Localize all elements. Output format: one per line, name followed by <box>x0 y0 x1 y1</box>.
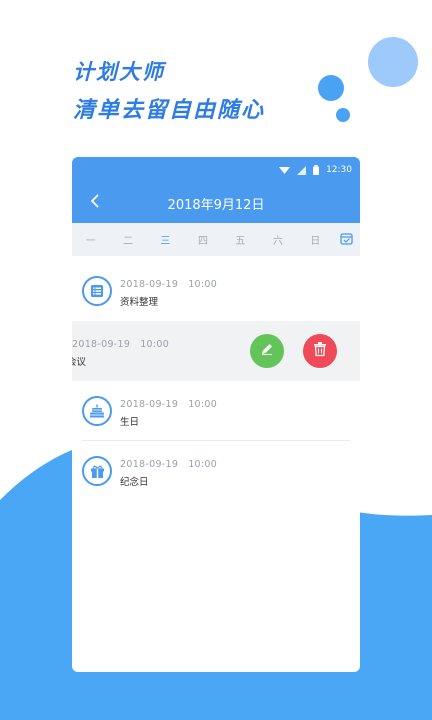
list-item[interactable]: 2018-09-19 10:00 资料整理 <box>72 261 360 321</box>
weekday-sun[interactable]: 日 <box>297 232 334 247</box>
edit-button[interactable] <box>250 334 284 368</box>
calendar-check-icon <box>340 232 354 248</box>
item-title: 资料整理 <box>120 297 159 308</box>
gift-icon <box>82 456 112 486</box>
trash-icon <box>313 341 327 361</box>
decor-bubble-medium <box>318 75 344 101</box>
birthday-cake-icon <box>82 396 112 426</box>
weekday-wed[interactable]: 三 <box>147 232 184 247</box>
weekday-mon[interactable]: 一 <box>72 232 109 247</box>
battery-icon <box>313 165 320 175</box>
item-title: 生日 <box>120 417 140 428</box>
item-title: 纪念日 <box>120 477 149 488</box>
weekday-fri[interactable]: 五 <box>222 232 259 247</box>
weekday-tue[interactable]: 二 <box>109 232 146 247</box>
decor-bubble-small <box>336 108 350 122</box>
item-title: 会议 <box>72 357 87 368</box>
status-bar: 12:30 <box>72 157 360 183</box>
decor-bubble-large <box>368 37 418 87</box>
item-datetime: 2018-09-19 10:00 <box>72 339 170 350</box>
document-list-icon <box>82 276 112 306</box>
item-datetime: 2018-09-19 10:00 <box>120 399 218 410</box>
item-datetime: 2018-09-19 10:00 <box>120 459 218 470</box>
status-time: 12:30 <box>326 165 352 175</box>
headline-subtitle: 清单去留自由随心 <box>73 98 266 123</box>
weekday-sat[interactable]: 六 <box>259 232 296 247</box>
list-item[interactable]: 2018-09-19 10:00 纪念日 <box>72 441 360 501</box>
week-bar: 一 二 三 四 五 六 日 <box>72 223 360 256</box>
nav-title: 2018年9月12日 <box>167 197 265 213</box>
list-item-swiped[interactable]: 2018-09-19 10:00 会议 <box>72 321 360 381</box>
weekday-thu[interactable]: 四 <box>184 232 221 247</box>
chevron-left-icon <box>90 194 99 212</box>
phone-screen: 12:30 2018年9月12日 一 二 三 四 五 六 日 2018-09-1… <box>72 157 360 672</box>
wifi-icon <box>279 166 291 175</box>
delete-button[interactable] <box>303 334 337 368</box>
calendar-button[interactable] <box>334 232 360 248</box>
nav-bar: 2018年9月12日 <box>72 183 360 223</box>
headline-title: 计划大师 <box>73 60 165 84</box>
pencil-icon <box>259 341 275 361</box>
signal-icon <box>297 165 307 175</box>
list-item[interactable]: 2018-09-19 10:00 生日 <box>72 381 360 441</box>
back-button[interactable] <box>84 193 104 213</box>
item-datetime: 2018-09-19 10:00 <box>120 279 218 290</box>
